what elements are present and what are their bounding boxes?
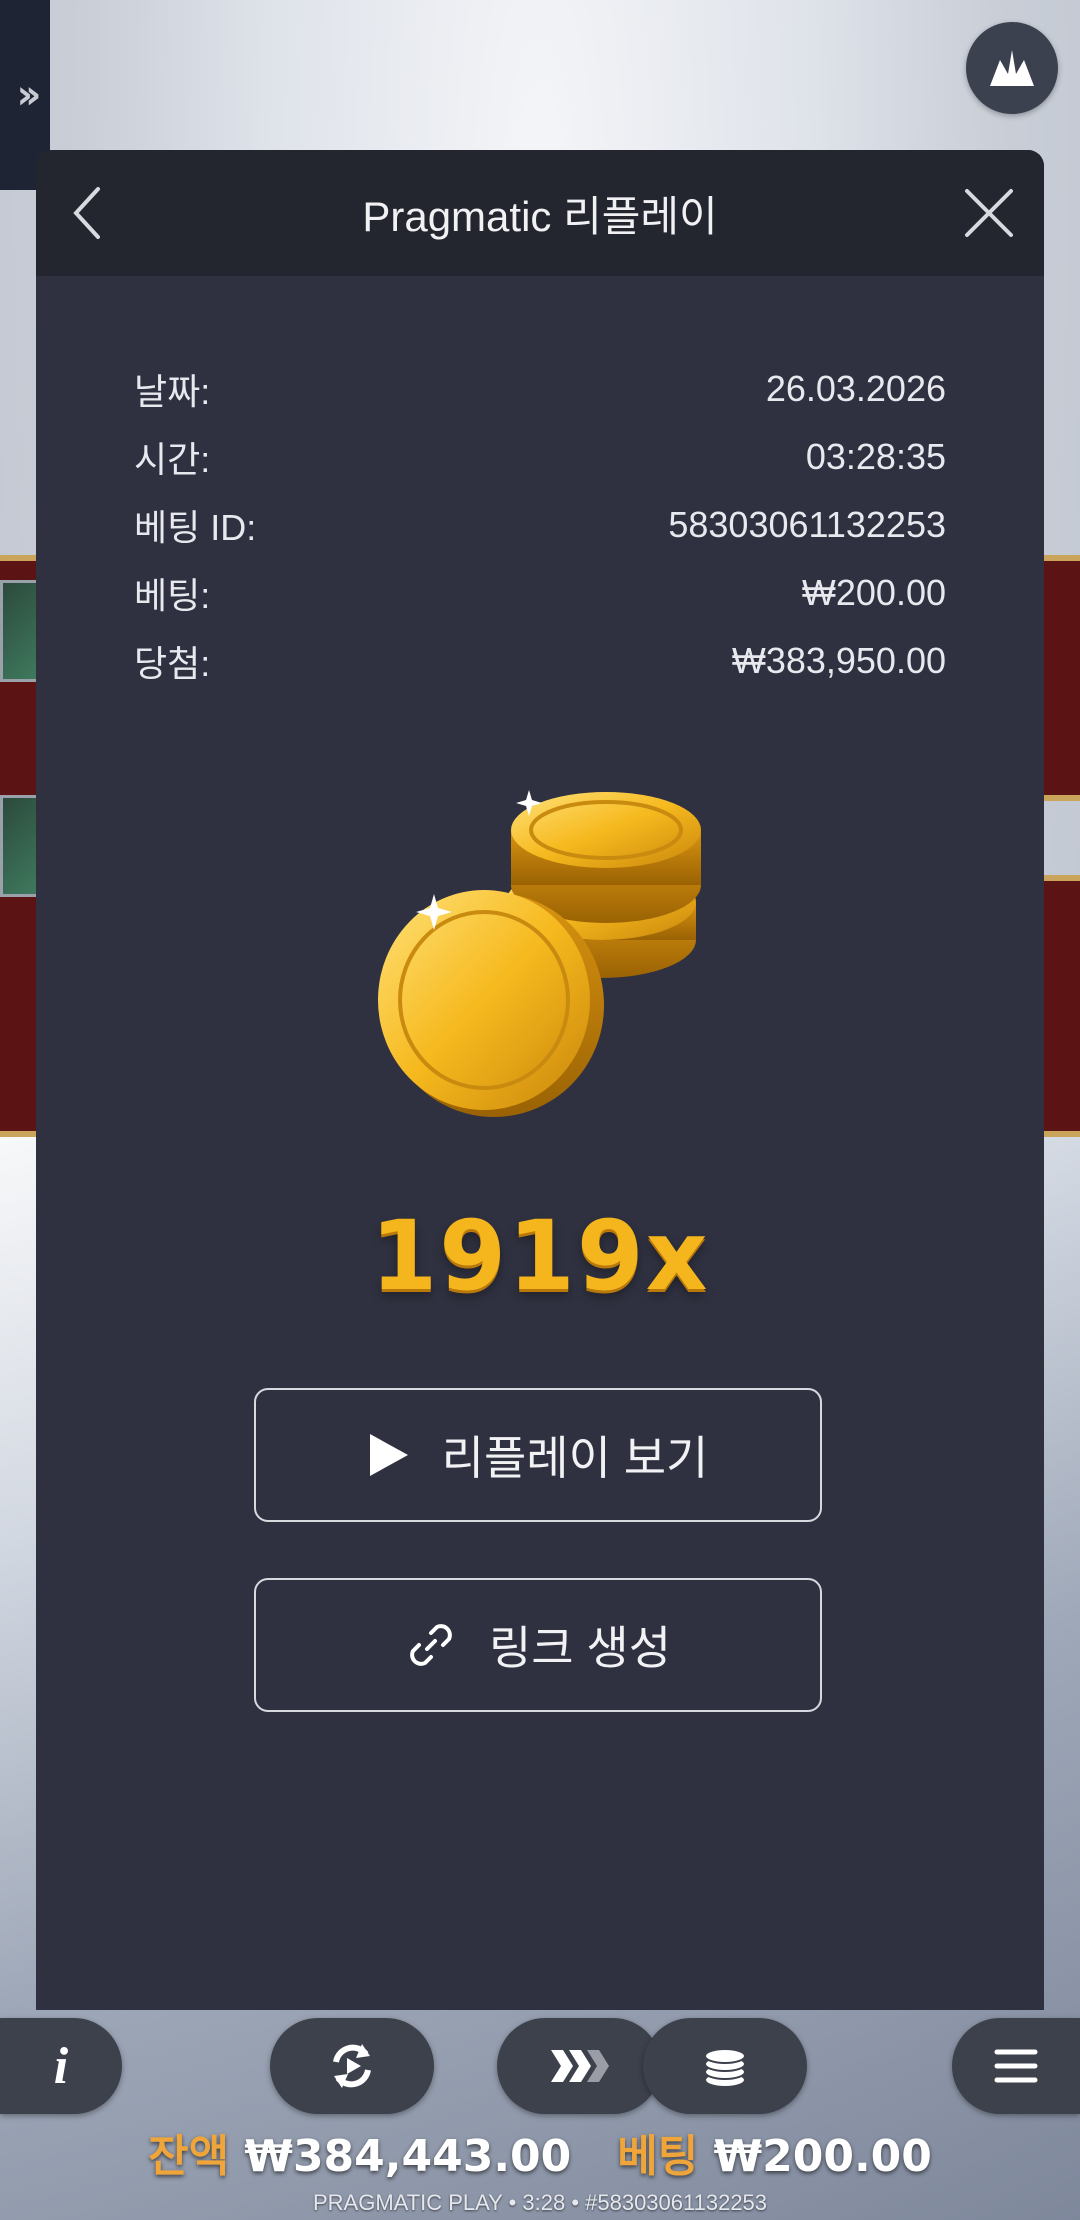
balance-label: 잔액 (148, 2131, 230, 2182)
turbo-icon (551, 2050, 609, 2082)
info-label: 날짜: (134, 371, 211, 412)
autoplay-button[interactable] (270, 2018, 434, 2114)
bet-label: 베팅 (617, 2131, 699, 2182)
bet-value: ₩200.00 (713, 2131, 932, 2182)
info-value: 58303061132253 (668, 504, 946, 545)
play-icon (369, 1434, 408, 1476)
modal-title: Pragmatic 리플레이 (362, 192, 718, 240)
info-value: 26.03.2026 (765, 368, 946, 409)
watch-replay-label: 리플레이 보기 (441, 1432, 709, 1484)
info-label: 당첨: (134, 643, 211, 684)
info-value: 03:28:35 (805, 436, 946, 477)
create-link-button[interactable]: 링크 생성 (254, 1578, 822, 1712)
info-label: 베팅: (134, 575, 211, 616)
close-icon (965, 189, 1013, 237)
win-multiplier: 1919x (370, 1200, 710, 1312)
info-label: 베팅 ID: (134, 507, 257, 548)
autoplay-icon (333, 2044, 371, 2088)
info-row-bet: 베팅: ₩200.00 (134, 559, 946, 627)
info-icon: i (53, 2037, 69, 2095)
modal-header: Pragmatic 리플레이 (36, 150, 1044, 276)
replay-modal: Pragmatic 리플레이 날짜: 26.03.2026 시간: 03:28:… (36, 150, 1044, 2010)
watch-replay-button[interactable]: 리플레이 보기 (254, 1388, 822, 1522)
bet-coins-button[interactable] (643, 2018, 807, 2114)
info-button[interactable]: i (0, 2018, 122, 2114)
double-chevron-icon: ›› (16, 72, 42, 118)
gold-coins-image (356, 790, 736, 1130)
turbo-button[interactable] (497, 2018, 661, 2114)
balance-bet-status: 잔액 ₩384,443.00 베팅 ₩200.00 (0, 2120, 1080, 2184)
info-label: 시간: (134, 439, 211, 480)
info-row-date: 날짜: 26.03.2026 (134, 355, 946, 423)
menu-button[interactable] (952, 2018, 1080, 2114)
game-control-bar: i 잔액 ₩384,443.00 베팅 ₩200.00 PRAGMATIC PL… (0, 2012, 1080, 2220)
info-row-bet-id: 베팅 ID: 58303061132253 (134, 491, 946, 559)
close-button[interactable] (956, 180, 1022, 246)
bet-details: 날짜: 26.03.2026 시간: 03:28:35 베팅 ID: 58303… (134, 355, 946, 695)
coins-icon (704, 2048, 746, 2088)
info-row-win: 당첨: ₩383,950.00 (134, 627, 946, 695)
menu-icon (994, 2049, 1038, 2083)
create-link-label: 링크 생성 (488, 1622, 672, 1674)
game-footer: PRAGMATIC PLAY • 3:28 • #58303061132253 (312, 2190, 768, 2215)
chevron-left-icon (73, 187, 100, 239)
balance-value: ₩384,443.00 (244, 2131, 572, 2182)
back-button[interactable] (54, 180, 120, 246)
info-value: ₩383,950.00 (731, 640, 946, 681)
info-row-time: 시간: 03:28:35 (134, 423, 946, 491)
crown-logo-icon[interactable] (966, 22, 1058, 114)
info-value: ₩200.00 (801, 572, 946, 613)
link-icon (410, 1624, 452, 1666)
